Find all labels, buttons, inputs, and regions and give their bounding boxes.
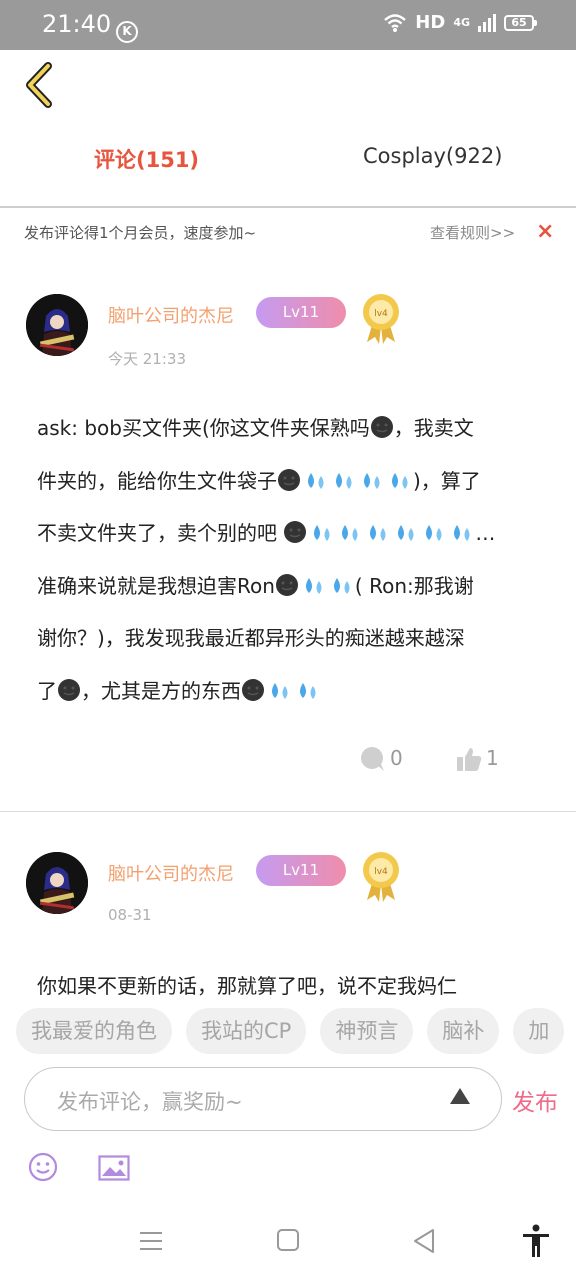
comment-line: 谢你？)，我发现我最近都异形头的痴迷越来越深 (37, 626, 465, 650)
comment-item: 脑叶公司的杰尼 Lv11 lv4 08-31 你如果不更新的话，那就算了吧，说不… (0, 838, 576, 998)
comment-line: 件夹的，能给你生文件袋子 (37, 468, 277, 493)
water-drop-emoji-icon (392, 472, 408, 489)
signal-icon (478, 13, 496, 32)
publish-button[interactable]: 发布 (512, 1083, 558, 1117)
view-rules-link[interactable]: 查看规则>> (430, 222, 515, 243)
comment-item: 脑叶公司的杰尼 Lv11 lv4 今天 21:33 ask: bob买文件夹(你… (0, 280, 576, 812)
status-bar: 21:40 K HD 4G 65 (0, 0, 576, 50)
comment-line: 你如果不更新的话，那就算了吧，说不定我妈仁 (37, 974, 457, 998)
emoji-face-icon (284, 521, 307, 543)
comment-line: 准确来说就是我想迫害Ron (37, 573, 275, 598)
comment-input-placeholder: 发布评论，赢奖励~ (57, 1090, 243, 1114)
emoji-face-icon (58, 678, 80, 701)
k-badge-icon: K (116, 21, 138, 43)
like-button[interactable]: 1 (456, 746, 499, 776)
water-drop-emoji-icon (314, 525, 330, 541)
username[interactable]: 脑叶公司的杰尼 (108, 302, 234, 328)
quick-tag-chip[interactable]: 脑补 (427, 1008, 500, 1054)
cell-type-label: 4G (453, 16, 470, 29)
svg-text:lv4: lv4 (374, 309, 388, 319)
quick-tag-chip[interactable]: 加 (513, 1008, 565, 1054)
water-drop-emoji-icon (336, 472, 352, 489)
tab-comments[interactable]: 评论(151) (94, 144, 199, 174)
comment-line: ( Ron:那我谢 (354, 573, 474, 598)
water-drop-emoji-icon (300, 682, 316, 699)
comment-line: ，尤其是方的东西 (81, 678, 241, 703)
comment-line: 了 (37, 678, 57, 703)
comment-input[interactable]: 发布评论，赢奖励~ (24, 1067, 502, 1131)
water-drop-emoji-icon (308, 472, 324, 489)
accessibility-icon[interactable] (522, 1224, 550, 1258)
quick-tag-list: 我最爱的角色 我站的CP 神预言 脑补 加 (16, 1008, 565, 1054)
water-drop-emoji-icon (364, 472, 380, 489)
level-badge: Lv11 (256, 297, 346, 328)
tab-bar: 评论(151) Cosplay(922) (0, 130, 576, 190)
network-label: HD (415, 12, 446, 33)
back-triangle-icon[interactable] (412, 1228, 436, 1254)
water-drop-emoji-icon (342, 525, 358, 541)
level-badge: Lv11 (256, 855, 346, 886)
expand-arrow-icon[interactable] (449, 1085, 471, 1107)
comment-time: 08-31 (108, 906, 152, 924)
avatar[interactable] (26, 852, 88, 914)
status-time: 21:40 (42, 10, 112, 38)
reply-count: 0 (390, 746, 403, 770)
quick-tag-chip[interactable]: 我最爱的角色 (16, 1008, 172, 1054)
water-drop-emoji-icon (370, 525, 386, 541)
menu-icon[interactable] (138, 1228, 164, 1254)
back-button[interactable] (22, 60, 62, 110)
water-drop-emoji-icon (272, 682, 288, 699)
water-drop-emoji-icon (305, 577, 322, 594)
battery-icon: 65 (504, 14, 537, 31)
emoji-face-icon (242, 678, 264, 701)
like-count: 1 (486, 746, 499, 770)
reply-button[interactable]: 0 (360, 746, 403, 776)
water-drop-emoji-icon (333, 577, 350, 594)
home-icon[interactable] (276, 1228, 300, 1252)
comment-icon (361, 747, 384, 771)
drops-group-4 (301, 469, 413, 493)
svg-text:lv4: lv4 (374, 867, 388, 877)
back-icon (26, 62, 52, 108)
tab-cosplay[interactable]: Cosplay(922) (363, 144, 502, 168)
water-drop-emoji-icon (454, 525, 470, 541)
comment-line: 不卖文件夹了，卖个别的吧 (37, 521, 284, 545)
image-icon[interactable] (98, 1155, 130, 1181)
comment-line: ，我卖文 (393, 416, 474, 440)
drops-group-2 (299, 574, 355, 598)
emoji-face-icon (370, 416, 393, 438)
water-drop-emoji-icon (426, 525, 442, 541)
quick-tag-chip[interactable]: 神预言 (320, 1008, 414, 1054)
emoji-face-icon (275, 573, 298, 596)
notice-banner: 发布评论得1个月会员，速度参加~ 查看规则>> × (0, 208, 576, 258)
quick-tag-chip[interactable]: 我站的CP (186, 1008, 307, 1054)
status-indicators: HD 4G 65 (383, 12, 537, 33)
drops-group-2 (265, 679, 321, 703)
avatar-image (26, 294, 88, 356)
medal-icon: lv4 (363, 294, 399, 344)
system-nav-bar (0, 1210, 576, 1280)
wifi-icon (384, 13, 407, 32)
username[interactable]: 脑叶公司的杰尼 (108, 860, 234, 886)
notice-text: 发布评论得1个月会员，速度参加~ (24, 224, 257, 242)
comment-line: … (475, 521, 496, 545)
close-icon[interactable]: × (536, 219, 554, 244)
comment-line: )，算了 (413, 468, 481, 493)
water-drop-emoji-icon (398, 525, 414, 541)
comment-divider (0, 811, 576, 812)
app: 21:40 K HD 4G 65 评论(151) Cosplay(922) 发布… (0, 0, 576, 1280)
emoji-icon[interactable] (28, 1152, 58, 1182)
comment-text: ask: bob买文件夹(你这文件夹保熟吗 ，我卖文 件夹的，能给你生文件袋子 )，… (37, 402, 543, 717)
comment-line: ask: bob买文件夹(你这文件夹保熟吗 (37, 416, 370, 440)
avatar[interactable] (26, 294, 88, 356)
emoji-face-icon (278, 468, 300, 491)
drops-group-6 (307, 521, 475, 545)
thumbs-up-icon (457, 748, 482, 771)
avatar-image (26, 852, 88, 914)
medal-icon: lv4 (363, 852, 399, 902)
comment-time: 今天 21:33 (108, 350, 186, 368)
